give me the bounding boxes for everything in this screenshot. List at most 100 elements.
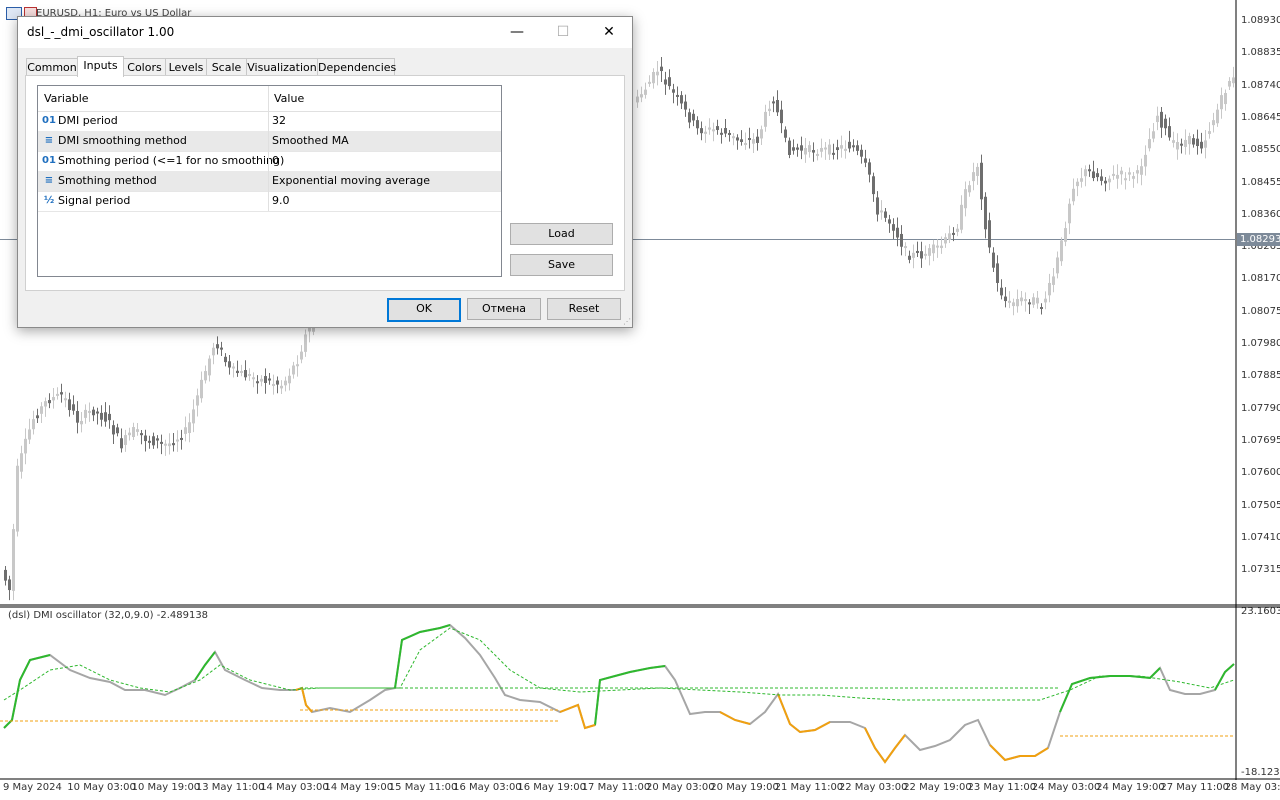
candle-body [1132, 176, 1135, 179]
dialog-titlebar[interactable]: dsl_-_dmi_oscillator 1.00 — ☐ ✕ [18, 17, 632, 48]
candle-body [1072, 188, 1075, 202]
reset-button[interactable]: Reset [547, 298, 621, 320]
candle-body [648, 81, 651, 84]
header-variable[interactable]: Variable [44, 86, 89, 111]
candle-body [800, 145, 803, 151]
candle-body [1056, 257, 1059, 274]
candle-body [200, 379, 203, 399]
candle-body [1212, 120, 1215, 126]
tab-scale[interactable]: Scale [206, 58, 247, 76]
oscillator-up-segment [1214, 663, 1235, 691]
value-cell[interactable]: 0 [272, 151, 279, 171]
tab-common[interactable]: Common [26, 58, 78, 76]
candle-body [196, 395, 199, 406]
value-cell[interactable]: Exponential moving average [272, 171, 430, 191]
candle-body [960, 204, 963, 230]
candle-body [160, 441, 163, 444]
candle-body [792, 147, 795, 151]
candle-body [56, 393, 59, 396]
candle-body [760, 129, 763, 139]
candle-body [664, 79, 667, 85]
candle-body [1040, 307, 1043, 310]
candle-body [1108, 178, 1111, 183]
candle-body [812, 150, 815, 153]
candle-body [1176, 142, 1179, 150]
value-cell[interactable]: 32 [272, 111, 286, 131]
price-tick-label: 1.08645 [1241, 111, 1280, 123]
candle-body [928, 248, 931, 256]
candle-body [1088, 169, 1091, 172]
candle-body [1044, 298, 1047, 303]
candle-body [144, 435, 147, 442]
ok-button[interactable]: OK [387, 298, 461, 322]
close-button[interactable]: ✕ [586, 17, 632, 48]
tab-inputs[interactable]: Inputs [77, 56, 124, 77]
candle-body [236, 370, 239, 374]
candle-body [224, 356, 227, 363]
price-tick-label: 1.07695 [1241, 434, 1280, 446]
candle-body [128, 432, 131, 436]
candle-body [40, 406, 43, 414]
inputs-grid[interactable]: Variable Value 01 DMI period 32 ≡ DMI sm… [37, 85, 502, 277]
price-tick-label: 1.08550 [1241, 144, 1280, 156]
candle-body [204, 371, 207, 381]
candle-body [1184, 139, 1187, 147]
int-icon: 01 [42, 115, 56, 126]
candle-body [68, 399, 71, 411]
candle-body [772, 101, 775, 104]
candle-body [1152, 131, 1155, 139]
candle-body [688, 112, 691, 123]
resize-grip-icon[interactable]: ⋰ [623, 318, 631, 326]
candle-body [768, 108, 771, 112]
tab-colors[interactable]: Colors [123, 58, 166, 76]
tab-levels[interactable]: Levels [165, 58, 207, 76]
table-row[interactable]: ≡ Smothing method Exponential moving ave… [38, 171, 501, 192]
table-row[interactable]: ½ Signal period 9.0 [38, 191, 501, 212]
tab-dependencies[interactable]: Dependencies [317, 58, 396, 76]
table-row[interactable]: 01 DMI period 32 [38, 111, 501, 132]
cell-separator [268, 171, 269, 191]
tab-visualization[interactable]: Visualization [246, 58, 318, 76]
oscillator-down-segment [295, 686, 313, 713]
candle-body [804, 148, 807, 155]
candle-body [668, 77, 671, 87]
price-tick-label: 1.07790 [1241, 402, 1280, 414]
oscillator-up-segment [194, 651, 216, 681]
value-cell[interactable]: Smoothed MA [272, 131, 349, 151]
candle-body [208, 358, 211, 376]
enum-icon: ≡ [44, 175, 54, 186]
candle-body [12, 529, 15, 591]
candle-body [940, 245, 943, 249]
candle-body [100, 412, 103, 420]
load-button[interactable]: Load [510, 223, 613, 245]
candle-body [104, 412, 107, 422]
table-row[interactable]: 01 Smothing period (<=1 for no smoothing… [38, 151, 501, 172]
table-row[interactable]: ≡ DMI smoothing method Smoothed MA [38, 131, 501, 152]
oscillator-down-segment [777, 693, 831, 734]
enum-icon: ≡ [44, 135, 54, 146]
candle-body [892, 224, 895, 231]
cell-separator [268, 151, 269, 171]
candle-body [92, 409, 95, 416]
maximize-button[interactable]: ☐ [540, 17, 586, 48]
candle-body [1164, 118, 1167, 129]
candle-body [1124, 178, 1127, 181]
minimize-button[interactable]: — [494, 17, 540, 48]
candle-body [296, 364, 299, 367]
time-tick-label: 20 May 03:00 [646, 782, 715, 793]
indicator-properties-dialog[interactable]: dsl_-_dmi_oscillator 1.00 — ☐ ✕ Common I… [17, 16, 633, 328]
save-button[interactable]: Save [510, 254, 613, 276]
time-tick-label: 23 May 11:00 [967, 782, 1037, 793]
cell-separator [268, 111, 269, 131]
candle-body [232, 366, 235, 369]
candle-body [1064, 228, 1067, 242]
candle-body [924, 253, 927, 256]
cancel-button[interactable]: Отмена [467, 298, 541, 320]
candle-body [88, 410, 91, 413]
candle-body [52, 397, 55, 401]
price-tick-label: 1.08455 [1241, 176, 1280, 188]
value-cell[interactable]: 9.0 [272, 191, 290, 211]
header-value[interactable]: Value [274, 86, 304, 111]
candle-body [884, 211, 887, 218]
candle-body [1036, 297, 1039, 304]
